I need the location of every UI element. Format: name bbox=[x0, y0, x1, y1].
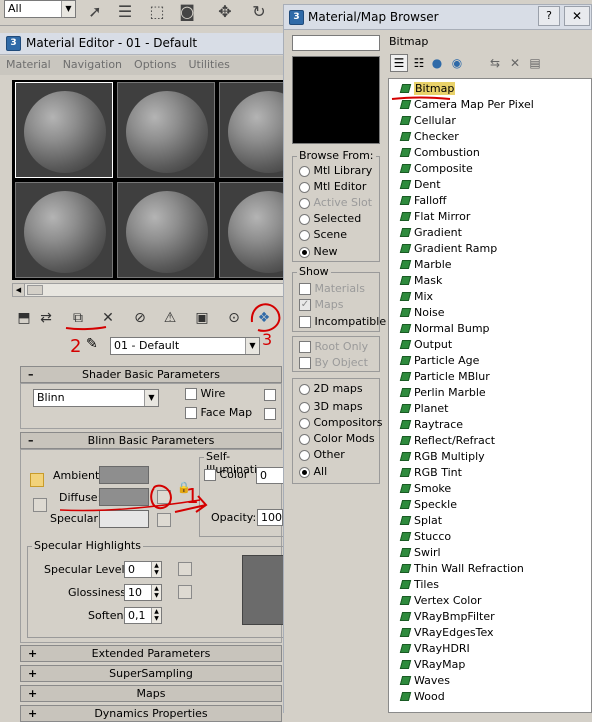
step-1-label: 1 bbox=[186, 484, 199, 508]
underline-assign-annotation bbox=[65, 326, 107, 331]
circle-navigator-annotation bbox=[250, 303, 281, 332]
annotation-overlay bbox=[59, 96, 451, 513]
line-diffuse-annotation bbox=[59, 499, 201, 512]
step-3-label: 3 bbox=[262, 330, 273, 349]
underline-bitmap-annotation bbox=[391, 96, 451, 100]
step-2-label: 2 bbox=[70, 336, 82, 357]
